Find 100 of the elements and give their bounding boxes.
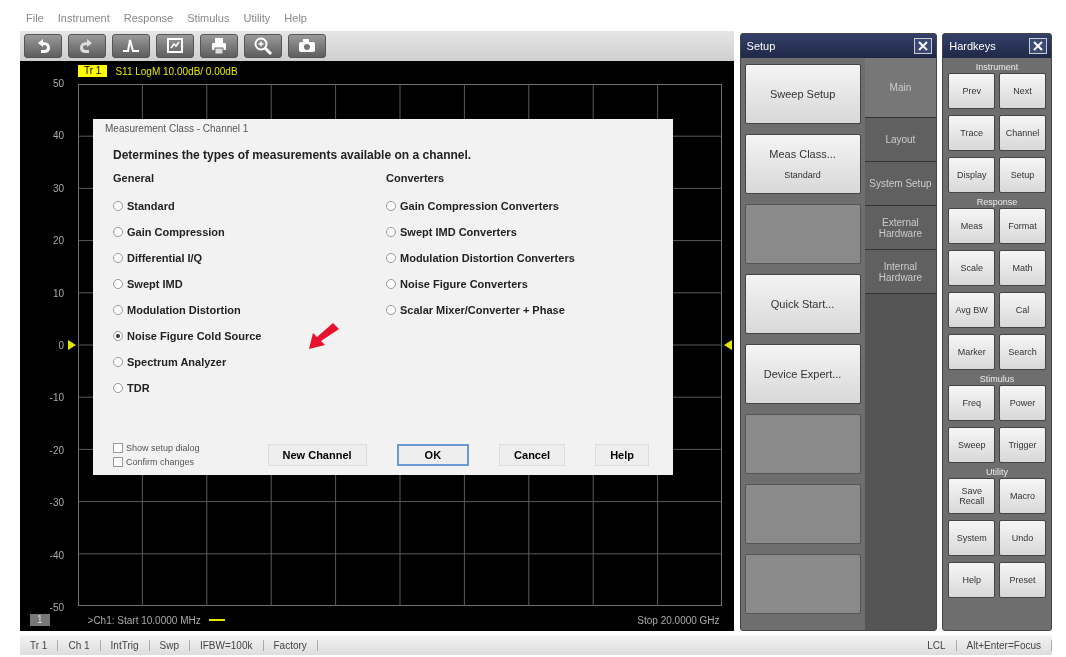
dialog-button[interactable]: Help	[595, 444, 649, 466]
menu-item[interactable]: File	[26, 12, 44, 24]
hardkey-button[interactable]: Meas	[948, 208, 996, 244]
hardkey-button[interactable]: Format	[999, 208, 1046, 244]
option-label[interactable]: Gain Compression	[127, 226, 225, 238]
radio-button[interactable]	[113, 357, 123, 367]
blank-softkey[interactable]	[744, 554, 861, 614]
menu-item[interactable]: Stimulus	[187, 12, 230, 24]
hardkey-button[interactable]: Cal	[999, 292, 1046, 328]
radio-button[interactable]	[113, 279, 123, 289]
checkbox[interactable]	[113, 457, 123, 467]
stop-frequency: Stop 20.0000 GHz	[637, 614, 720, 626]
axis-label: -30	[49, 497, 64, 510]
hardkey-button[interactable]: Next	[999, 73, 1046, 109]
menu-item[interactable]: Utility	[243, 12, 271, 24]
radio-button[interactable]	[113, 253, 123, 263]
hardkey-button[interactable]: Power	[999, 385, 1046, 421]
axis-label: 0	[58, 339, 64, 352]
option-label[interactable]: Noise Figure Converters	[400, 278, 528, 290]
hardkey-button[interactable]: Save Recall	[948, 478, 996, 514]
hardkey-button[interactable]: Sweep	[948, 427, 996, 463]
reference-marker-icon	[68, 340, 76, 350]
tab[interactable]: Layout	[864, 118, 937, 162]
checkbox-label[interactable]: Show setup dialog	[126, 443, 200, 453]
zoom-button[interactable]	[244, 34, 282, 58]
hardkey-button[interactable]: Scale	[948, 250, 996, 286]
softkey-button[interactable]: Meas Class... Standard	[744, 134, 861, 194]
camera-button[interactable]	[288, 34, 326, 58]
option-label[interactable]: Modulation Distortion Converters	[400, 252, 575, 264]
start-frequency: >Ch1: Start 10.0000 MHz	[87, 614, 201, 626]
blank-softkey[interactable]	[744, 484, 861, 544]
undo-button[interactable]	[24, 34, 62, 58]
hardkey-button[interactable]: Search	[999, 334, 1046, 370]
hardkey-button[interactable]: Preset	[999, 562, 1046, 598]
radio-button[interactable]	[113, 201, 123, 211]
option-label[interactable]: Scalar Mixer/Converter + Phase	[400, 304, 565, 316]
blank-softkey[interactable]	[744, 414, 861, 474]
softkey-button[interactable]: Device Expert...	[744, 344, 861, 404]
hardkey-button[interactable]: Setup	[999, 157, 1046, 193]
hardkey-button[interactable]: Prev	[948, 73, 996, 109]
option-label[interactable]: Modulation Distortion	[127, 304, 241, 316]
checkbox-label[interactable]: Confirm changes	[126, 457, 195, 467]
dialog-button[interactable]: OK	[396, 444, 470, 466]
option-label[interactable]: Spectrum Analyzer	[127, 356, 227, 368]
axis-label: -20	[49, 444, 64, 457]
hardkey-button[interactable]: Avg BW	[948, 292, 996, 328]
hardkey-button[interactable]: Trigger	[999, 427, 1046, 463]
radio-button[interactable]	[113, 383, 123, 393]
option-label[interactable]: Gain Compression Converters	[400, 200, 559, 212]
radio-button[interactable]	[386, 305, 396, 315]
hardkey-button[interactable]: System	[948, 520, 996, 556]
close-button[interactable]	[914, 38, 933, 54]
dialog-button[interactable]: New Channel	[267, 444, 367, 466]
panel-title: Hardkeys	[949, 40, 996, 52]
hardkey-button[interactable]: Help	[948, 562, 996, 598]
status-field: LCL	[917, 639, 957, 651]
axis-label: 30	[52, 182, 64, 195]
menu-item[interactable]: Help	[284, 12, 307, 24]
axis-label: 50	[52, 78, 64, 90]
axis-label: -40	[49, 549, 64, 562]
radio-button[interactable]	[386, 201, 396, 211]
hardkey-button[interactable]: Marker	[948, 334, 996, 370]
menu-item[interactable]: Instrument	[57, 12, 110, 24]
printer-button[interactable]	[200, 34, 238, 58]
radio-button[interactable]	[386, 253, 396, 263]
trace-badge[interactable]: Tr 1	[78, 65, 108, 77]
redo-button[interactable]	[68, 34, 106, 58]
blank-softkey[interactable]	[744, 204, 861, 264]
radio-button[interactable]	[113, 331, 123, 341]
screen-button[interactable]	[156, 34, 194, 58]
softkey-button[interactable]: Quick Start...	[744, 274, 861, 334]
option-label[interactable]: Noise Figure Cold Source	[127, 330, 262, 342]
option-label[interactable]: Standard	[127, 200, 175, 212]
axis-label: -10	[49, 392, 64, 405]
radio-button[interactable]	[386, 279, 396, 289]
hardkey-button[interactable]: Math	[999, 250, 1046, 286]
panel-title: Setup	[746, 40, 776, 52]
radio-button[interactable]	[386, 227, 396, 237]
hardkey-button[interactable]: Display	[948, 157, 996, 193]
pulse-button[interactable]	[112, 34, 150, 58]
option-label[interactable]: Swept IMD	[127, 278, 183, 290]
tab[interactable]: Internal Hardware	[864, 250, 937, 294]
status-field: Alt+Enter=Focus	[956, 639, 1052, 651]
checkbox[interactable]	[113, 443, 123, 453]
dialog-button[interactable]: Cancel	[499, 444, 566, 466]
menu-item[interactable]: Response	[123, 12, 174, 24]
close-button[interactable]	[1029, 38, 1047, 54]
tab[interactable]: External Hardware	[864, 206, 937, 250]
softkey-button[interactable]: Sweep Setup	[744, 64, 861, 124]
hardkey-button[interactable]: Undo	[999, 520, 1046, 556]
hardkey-button[interactable]: Trace	[948, 115, 996, 151]
hardkey-button[interactable]: Freq	[948, 385, 996, 421]
radio-button[interactable]	[113, 305, 123, 315]
hardkey-button[interactable]: Channel	[999, 115, 1046, 151]
tab[interactable]: System Setup	[864, 162, 937, 206]
option-label[interactable]: TDR	[127, 382, 150, 394]
option-label[interactable]: Swept IMD Converters	[400, 226, 517, 238]
option-label[interactable]: Differential I/Q	[127, 252, 203, 264]
hardkey-button[interactable]: Macro	[999, 478, 1046, 514]
radio-button[interactable]	[113, 227, 123, 237]
